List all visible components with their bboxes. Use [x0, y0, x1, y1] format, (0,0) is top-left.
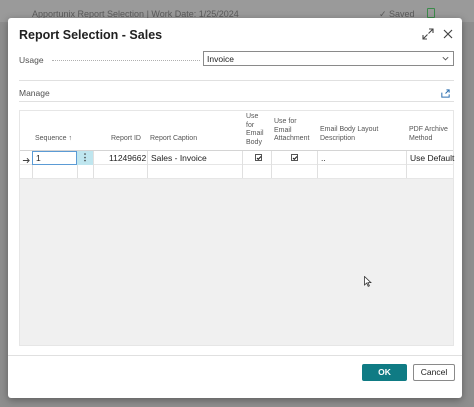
column-divider [77, 165, 78, 178]
open-in-new-window-icon[interactable] [427, 8, 435, 18]
column-divider [406, 151, 407, 165]
usage-select-value: Invoice [207, 54, 234, 64]
section-divider [19, 80, 454, 81]
column-divider [317, 151, 318, 165]
usage-select[interactable]: Invoice [203, 51, 454, 66]
section-divider [19, 101, 454, 102]
report-selection-dialog: Report Selection - Sales Usage Invoice M… [8, 18, 462, 398]
column-header-use-for-email-attachment[interactable]: Use for Email Attachment [274, 118, 314, 144]
report-caption-cell[interactable]: Sales - Invoice [151, 153, 207, 163]
close-icon[interactable] [441, 27, 455, 41]
column-divider [147, 151, 148, 165]
use-for-email-body-checkbox[interactable] [255, 154, 262, 161]
column-divider [271, 165, 272, 178]
use-for-email-attachment-checkbox[interactable] [291, 154, 298, 161]
share-icon[interactable] [440, 86, 451, 98]
row-actions-button[interactable]: ⋮ [77, 151, 93, 165]
column-header-report-caption[interactable]: Report Caption [150, 135, 220, 144]
column-header-email-body-layout-description[interactable]: Email Body Layout Description [320, 126, 400, 143]
table-row[interactable]: 1 ⋮ 11249662 Sales - Invoice .. Use Defa… [20, 150, 454, 165]
pdf-archive-method-cell[interactable]: Use Default [410, 153, 454, 163]
column-divider [242, 165, 243, 178]
column-divider [242, 151, 243, 165]
column-divider [406, 165, 407, 178]
column-divider [32, 165, 33, 178]
chevron-down-icon [442, 56, 449, 61]
column-divider [93, 151, 94, 165]
footer-divider [8, 355, 462, 356]
dialog-title: Report Selection - Sales [19, 28, 163, 42]
column-header-use-for-email-body[interactable]: Use for Email Body [246, 113, 266, 147]
report-id-cell[interactable]: 11249662 [109, 153, 146, 163]
mouse-cursor-icon [364, 276, 372, 287]
column-divider [93, 165, 94, 178]
usage-leader-dots [52, 60, 200, 61]
sequence-value: 1 [36, 153, 41, 163]
grid-header: Sequence ↑ Report ID Report Caption Use … [20, 111, 453, 151]
manage-label: Manage [19, 88, 50, 98]
column-divider [317, 165, 318, 178]
ok-button[interactable]: OK [362, 364, 407, 381]
sequence-cell[interactable]: 1 [32, 151, 77, 165]
table-row-empty[interactable] [20, 165, 453, 179]
cancel-button[interactable]: Cancel [413, 364, 455, 381]
column-divider [147, 165, 148, 178]
column-header-sequence[interactable]: Sequence ↑ [35, 135, 85, 144]
column-divider [271, 151, 272, 165]
email-body-layout-cell[interactable]: .. [321, 153, 326, 163]
column-header-report-id[interactable]: Report ID [111, 135, 141, 144]
column-header-pdf-archive-method[interactable]: PDF Archive Method [409, 126, 449, 143]
report-selection-grid: Sequence ↑ Report ID Report Caption Use … [19, 110, 454, 346]
usage-label: Usage [19, 55, 44, 65]
expand-icon[interactable] [421, 27, 435, 41]
arrow-right-icon [22, 152, 31, 164]
